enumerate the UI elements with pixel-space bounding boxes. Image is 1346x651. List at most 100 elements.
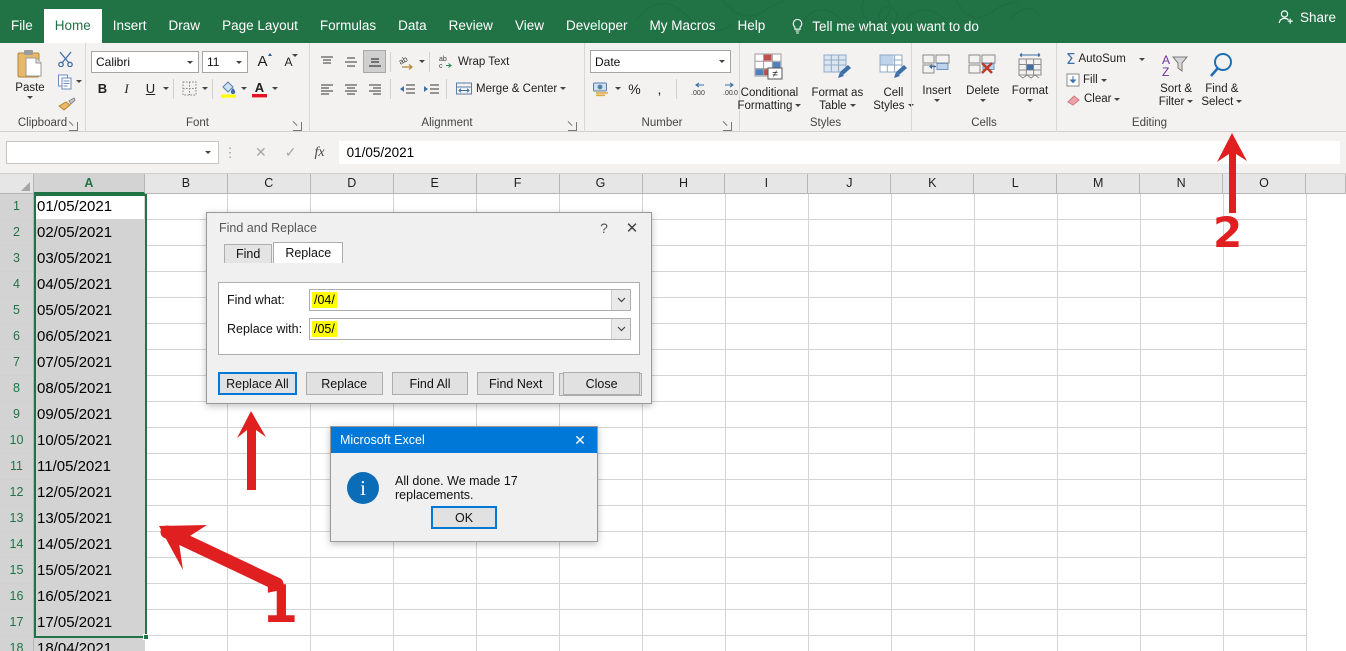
- cell-H6[interactable]: [643, 324, 726, 350]
- cell-A16[interactable]: 16/05/2021: [34, 584, 145, 610]
- row-header-4[interactable]: 4: [0, 272, 34, 298]
- chevron-down-icon[interactable]: [849, 104, 856, 108]
- cell-G15[interactable]: [560, 558, 643, 584]
- cell-M1[interactable]: [1058, 194, 1141, 220]
- decrease-indent-button[interactable]: [395, 77, 418, 100]
- cell-J9[interactable]: [809, 402, 892, 428]
- column-header-F[interactable]: F: [476, 174, 560, 194]
- cell-O7[interactable]: [1224, 350, 1307, 376]
- confirm-check-icon[interactable]: ✓: [285, 144, 297, 161]
- message-box-title-bar[interactable]: Microsoft Excel ✕: [331, 427, 597, 453]
- cell-C14[interactable]: [228, 532, 311, 558]
- cell-B16[interactable]: [145, 584, 228, 610]
- cell-B10[interactable]: [145, 428, 228, 454]
- cell-J12[interactable]: [809, 480, 892, 506]
- chevron-down-icon[interactable]: [1187, 100, 1194, 104]
- cell-I3[interactable]: [726, 246, 809, 272]
- cell-O10[interactable]: [1224, 428, 1307, 454]
- cell-L3[interactable]: [975, 246, 1058, 272]
- find-what-input[interactable]: /04/: [309, 289, 631, 311]
- cell-K8[interactable]: [892, 376, 975, 402]
- cell-O9[interactable]: [1224, 402, 1307, 428]
- cell-B13[interactable]: [145, 506, 228, 532]
- chevron-down-icon[interactable]: [202, 87, 208, 90]
- cell-K17[interactable]: [892, 610, 975, 636]
- chevron-down-icon[interactable]: [795, 104, 802, 108]
- cut-button[interactable]: [57, 49, 82, 68]
- cell-J16[interactable]: [809, 584, 892, 610]
- chevron-down-icon[interactable]: [611, 319, 630, 339]
- cell-N9[interactable]: [1141, 402, 1224, 428]
- column-header-L[interactable]: L: [974, 174, 1058, 194]
- column-header-D[interactable]: D: [310, 174, 394, 194]
- cell-I16[interactable]: [726, 584, 809, 610]
- cell-E17[interactable]: [394, 610, 477, 636]
- cell-K13[interactable]: [892, 506, 975, 532]
- cell-I8[interactable]: [726, 376, 809, 402]
- cell-O12[interactable]: [1224, 480, 1307, 506]
- cell-J1[interactable]: [809, 194, 892, 220]
- autosum-button[interactable]: Σ AutoSum: [1062, 49, 1149, 69]
- cell-K6[interactable]: [892, 324, 975, 350]
- chevron-down-icon[interactable]: [1114, 97, 1121, 101]
- cell-L8[interactable]: [975, 376, 1058, 402]
- chevron-down-icon[interactable]: [1100, 78, 1107, 82]
- column-header-J[interactable]: J: [808, 174, 892, 194]
- cell-M3[interactable]: [1058, 246, 1141, 272]
- cell-H13[interactable]: [643, 506, 726, 532]
- help-icon[interactable]: ?: [591, 220, 617, 236]
- cell-A9[interactable]: 09/05/2021: [34, 402, 145, 428]
- cell-M11[interactable]: [1058, 454, 1141, 480]
- cell-B15[interactable]: [145, 558, 228, 584]
- row-header-3[interactable]: 3: [0, 246, 34, 272]
- fill-color-button[interactable]: [217, 77, 240, 100]
- chevron-down-icon[interactable]: [615, 87, 621, 90]
- chevron-down-icon[interactable]: [560, 87, 567, 90]
- format-painter-button[interactable]: [57, 95, 82, 114]
- grow-font-button[interactable]: A: [251, 50, 274, 73]
- cell-F17[interactable]: [477, 610, 560, 636]
- cell-E18[interactable]: [394, 636, 477, 651]
- cell-H7[interactable]: [643, 350, 726, 376]
- cell-M17[interactable]: [1058, 610, 1141, 636]
- cell-K5[interactable]: [892, 298, 975, 324]
- cell-C9[interactable]: [228, 402, 311, 428]
- cell-A14[interactable]: 14/05/2021: [34, 532, 145, 558]
- align-left-button[interactable]: [315, 77, 338, 100]
- cell-N18[interactable]: [1141, 636, 1224, 651]
- formula-input[interactable]: 01/05/2021: [338, 141, 1340, 164]
- cell-E16[interactable]: [394, 584, 477, 610]
- cell-N7[interactable]: [1141, 350, 1224, 376]
- chevron-down-icon[interactable]: [933, 98, 940, 102]
- cell-M12[interactable]: [1058, 480, 1141, 506]
- cell-H18[interactable]: [643, 636, 726, 651]
- cell-N10[interactable]: [1141, 428, 1224, 454]
- cell-J7[interactable]: [809, 350, 892, 376]
- cell-M7[interactable]: [1058, 350, 1141, 376]
- cell-O6[interactable]: [1224, 324, 1307, 350]
- bold-button[interactable]: B: [91, 77, 114, 100]
- column-header-G[interactable]: G: [559, 174, 643, 194]
- cell-J18[interactable]: [809, 636, 892, 651]
- cell-H3[interactable]: [643, 246, 726, 272]
- cell-C18[interactable]: [228, 636, 311, 651]
- close-icon[interactable]: ✕: [617, 219, 647, 237]
- font-color-button[interactable]: A: [248, 77, 271, 100]
- cell-M5[interactable]: [1058, 298, 1141, 324]
- cell-K10[interactable]: [892, 428, 975, 454]
- chevron-down-icon[interactable]: [236, 60, 242, 64]
- ribbon-tab-my-macros[interactable]: My Macros: [639, 9, 727, 43]
- row-header-5[interactable]: 5: [0, 298, 34, 324]
- cell-J14[interactable]: [809, 532, 892, 558]
- delete-cells-button[interactable]: Delete: [962, 50, 1004, 102]
- copy-button[interactable]: [57, 72, 82, 91]
- cancel-x-icon[interactable]: ✕: [255, 144, 267, 161]
- ribbon-tab-insert[interactable]: Insert: [102, 9, 158, 43]
- cell-J6[interactable]: [809, 324, 892, 350]
- cell-G17[interactable]: [560, 610, 643, 636]
- cell-O18[interactable]: [1224, 636, 1307, 651]
- italic-button[interactable]: I: [115, 77, 138, 100]
- increase-indent-button[interactable]: [419, 77, 442, 100]
- cell-J8[interactable]: [809, 376, 892, 402]
- row-header-10[interactable]: 10: [0, 428, 34, 454]
